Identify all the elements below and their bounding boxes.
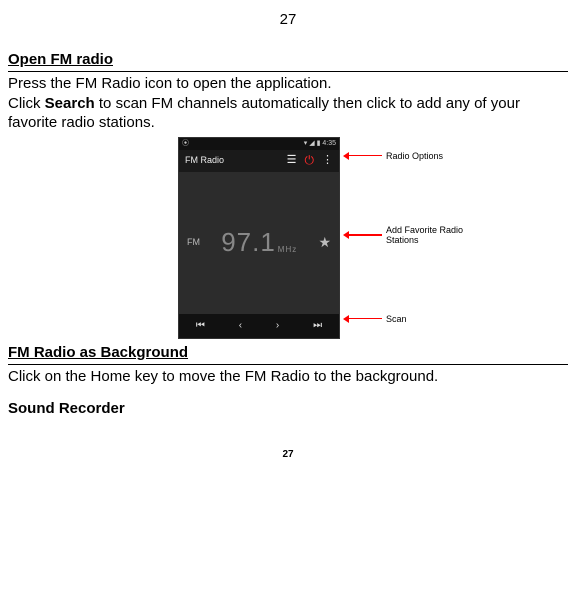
star-icon[interactable]: ★ — [318, 233, 331, 251]
section-title-sound-recorder: Sound Recorder — [8, 399, 568, 419]
divider — [8, 364, 568, 365]
section-title-fm-background: FM Radio as Background — [8, 343, 568, 363]
status-left-icons: ⦿ — [182, 139, 189, 148]
text-bold-search: Search — [45, 95, 95, 112]
section-title-open-fm: Open FM radio — [8, 50, 568, 70]
app-title: FM Radio — [185, 155, 224, 167]
callouts-column: Radio Options Add Favorite Radio Station… — [348, 137, 463, 324]
arrow-icon — [348, 234, 382, 236]
callout-line2: Stations — [386, 235, 419, 245]
arrow-icon — [348, 155, 382, 157]
power-icon[interactable]: ⏻ — [305, 153, 315, 169]
overflow-icon[interactable]: ⋮ — [322, 153, 333, 167]
callout-scan: Scan — [348, 314, 463, 324]
playback-bar: ⏮ ‹ › ⏭ — [179, 314, 339, 338]
next-station-icon[interactable]: ⏭ — [313, 319, 322, 332]
tune-up-icon[interactable]: › — [276, 319, 279, 332]
callout-add-favorite: Add Favorite Radio Stations — [348, 225, 463, 246]
callout-line1: Add Favorite Radio — [386, 225, 463, 235]
prev-station-icon[interactable]: ⏮ — [196, 319, 205, 332]
page-number-bottom: 27 — [8, 448, 568, 461]
body-text: Click on the Home key to move the FM Rad… — [8, 367, 568, 387]
mhz-label: MHz — [278, 245, 297, 255]
tune-down-icon[interactable]: ‹ — [239, 319, 242, 332]
text-fragment: Click — [8, 95, 45, 112]
clock: 4:35 — [322, 140, 336, 147]
frequency-display: 97.1 MHz — [221, 226, 297, 260]
status-bar: ⦿ ▾ ◢ ▮ 4:35 — [179, 138, 339, 150]
app-bar-actions: ☰ ⏻ ⋮ — [287, 153, 333, 169]
body-text: Click Search to scan FM channels automat… — [8, 94, 568, 133]
arrow-icon — [348, 318, 382, 320]
list-icon[interactable]: ☰ — [287, 153, 297, 167]
callout-label: Scan — [386, 314, 407, 324]
phone-screenshot: ⦿ ▾ ◢ ▮ 4:35 FM Radio ☰ ⏻ ⋮ FM 97.1 MHz … — [178, 137, 340, 339]
page-number-top: 27 — [8, 10, 568, 30]
status-right: ▾ ◢ ▮ 4:35 — [304, 139, 336, 148]
frequency-value: 97.1 — [221, 226, 276, 260]
callout-label: Radio Options — [386, 151, 443, 161]
divider — [8, 71, 568, 72]
body-text: Press the FM Radio icon to open the appl… — [8, 74, 568, 94]
fm-band-label: FM — [187, 237, 200, 249]
phone-figure-row: ⦿ ▾ ◢ ▮ 4:35 FM Radio ☰ ⏻ ⋮ FM 97.1 MHz … — [8, 137, 568, 339]
callout-radio-options: Radio Options — [348, 151, 463, 161]
callout-label: Add Favorite Radio Stations — [386, 225, 463, 246]
app-bar: FM Radio ☰ ⏻ ⋮ — [179, 150, 339, 172]
tuner-area: FM 97.1 MHz ★ — [179, 172, 339, 314]
